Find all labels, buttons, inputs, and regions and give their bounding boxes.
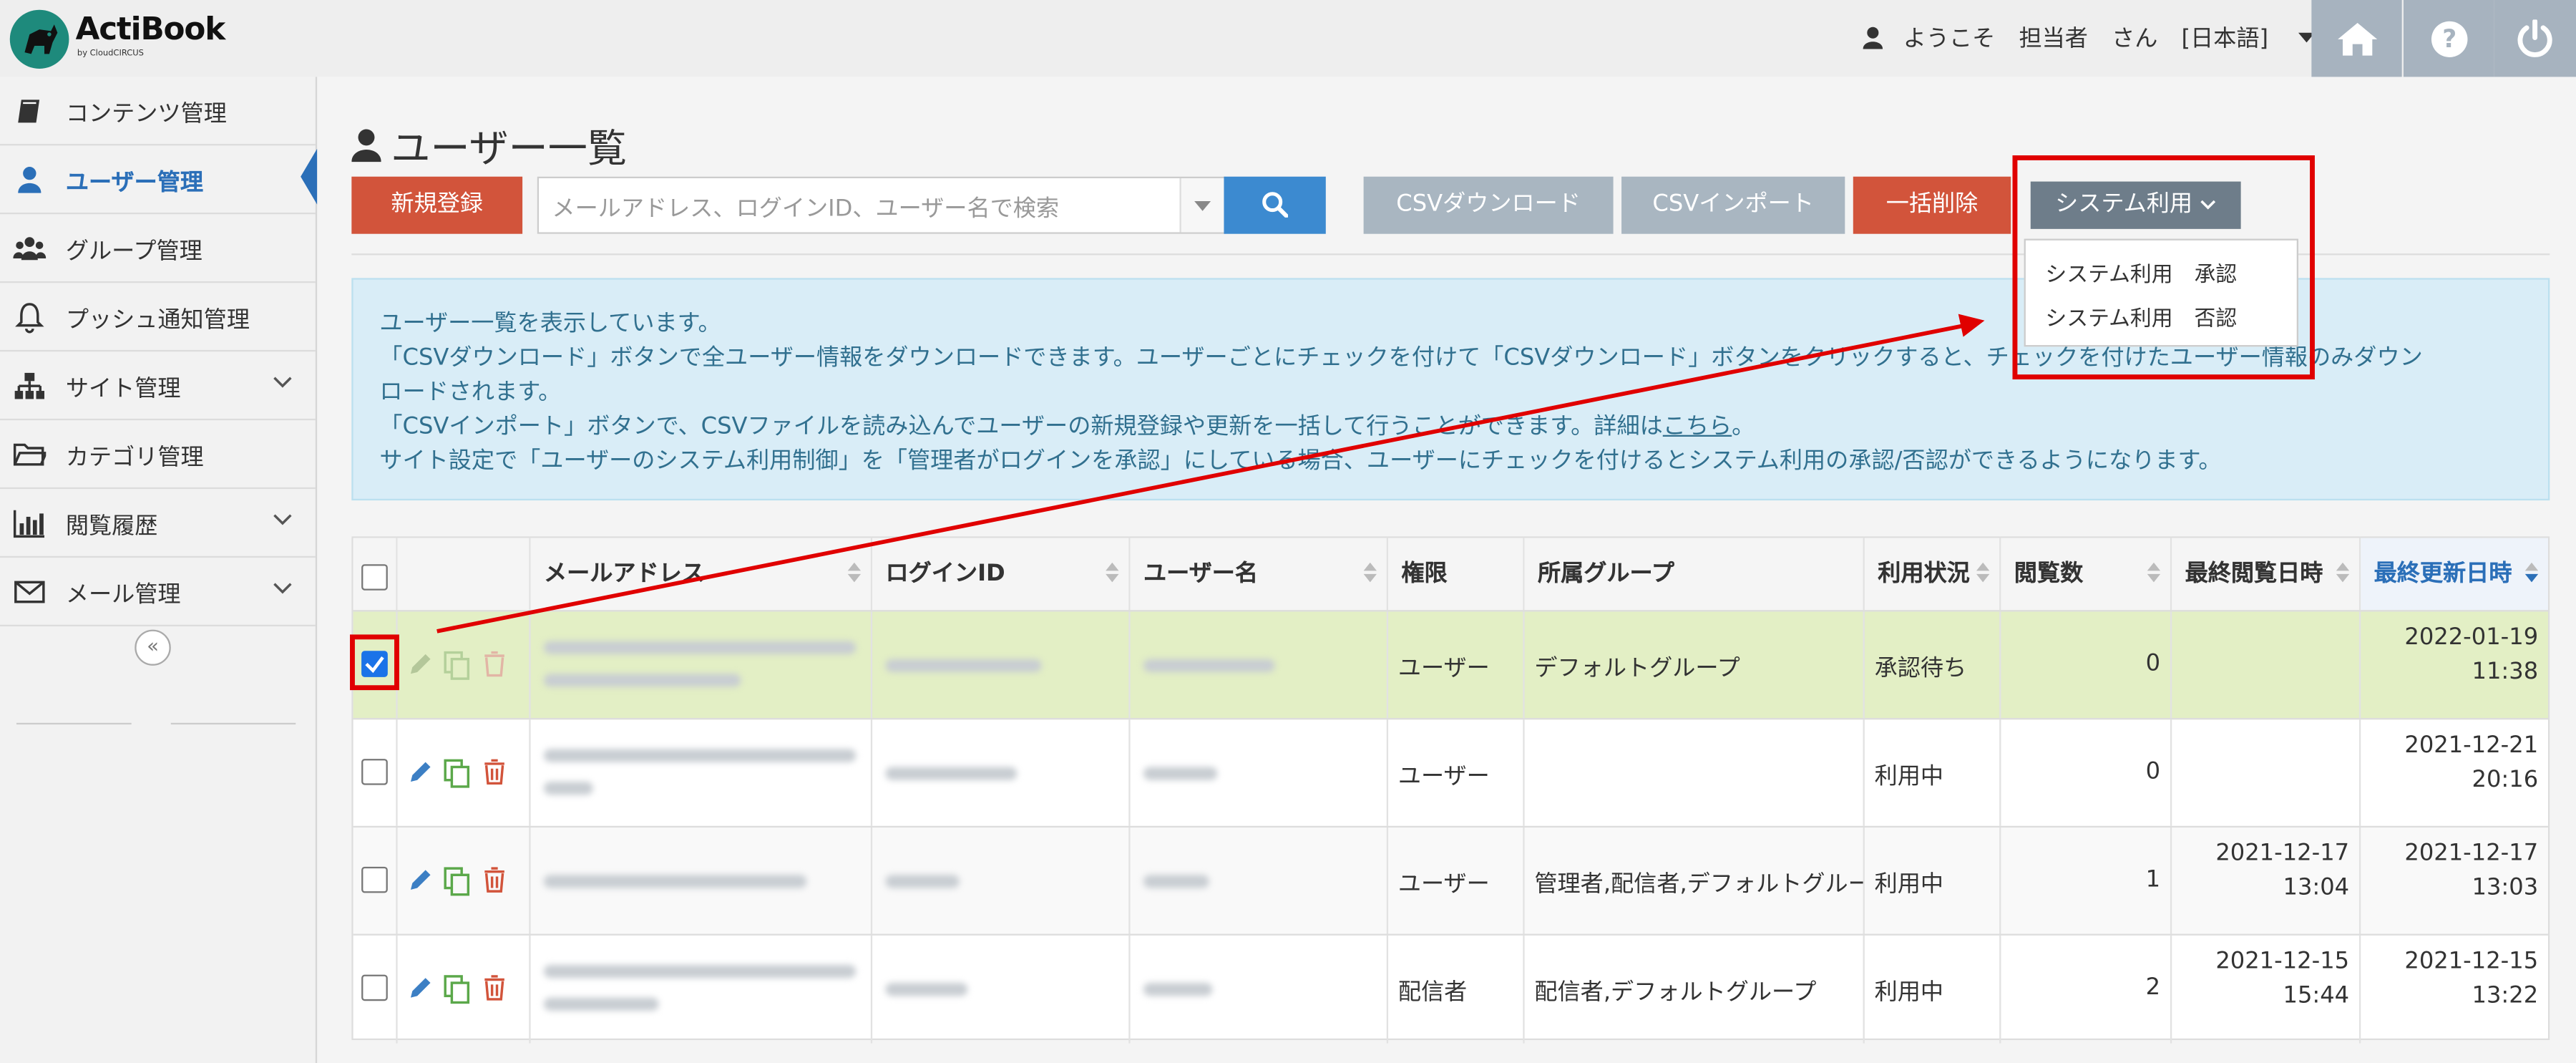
annotation-arrow-icon (436, 314, 1985, 634)
